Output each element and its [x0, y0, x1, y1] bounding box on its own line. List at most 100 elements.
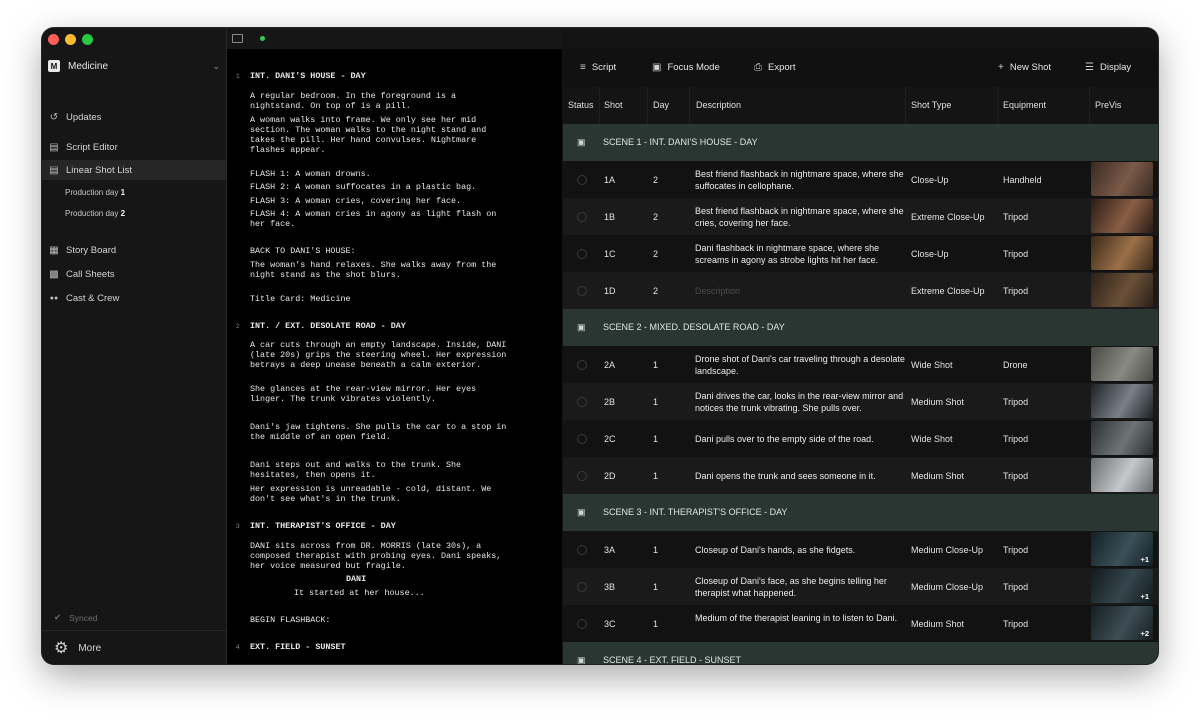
shot-type-cell[interactable]: Medium Shot — [911, 471, 964, 481]
scene-header[interactable]: ▣ SCENE 1 - INT. DANI'S HOUSE - DAY — [563, 124, 1158, 161]
table-row[interactable]: 2A 1 Drone shot of Dani's car traveling th… — [563, 346, 1158, 384]
minimize-window-button[interactable] — [65, 34, 76, 45]
previs-thumbnail[interactable]: +2 — [1091, 606, 1153, 640]
status-radio[interactable] — [577, 545, 587, 555]
description-cell[interactable]: Dani flashback in nightmare space, where… — [695, 242, 905, 266]
description-cell[interactable]: Dani pulls over to the empty side of the… — [695, 433, 905, 457]
shot-type-cell[interactable]: Extreme Close-Up — [911, 212, 985, 222]
sidebar-item-story-board[interactable]: ▦ Story Board — [42, 240, 226, 260]
day-cell[interactable]: 1 — [653, 619, 658, 629]
description-cell[interactable]: Closeup of Dani's hands, as she fidgets. — [695, 544, 905, 568]
table-row[interactable]: 2C 1 Dani pulls over to the empty side of … — [563, 420, 1158, 458]
column-previs[interactable]: PreVis — [1095, 100, 1121, 110]
shot-cell[interactable]: 1A — [604, 175, 615, 185]
previs-thumbnail[interactable]: +1 — [1091, 532, 1153, 566]
shot-cell[interactable]: 1B — [604, 212, 615, 222]
shot-type-cell[interactable]: Medium Close-Up — [911, 545, 983, 555]
table-row[interactable]: 3C 1 Medium of the therapist leaning in to… — [563, 605, 1158, 643]
status-radio[interactable] — [577, 212, 587, 222]
column-shot-type[interactable]: Shot Type — [911, 100, 951, 110]
table-row[interactable]: 3B 1 Closeup of Dani's face, as she begins… — [563, 568, 1158, 606]
column-equipment[interactable]: Equipment — [1003, 100, 1046, 110]
table-row[interactable]: 2B 1 Dani drives the car, looks in the rea… — [563, 383, 1158, 421]
description-cell[interactable]: Best friend flashback in nightmare space… — [695, 205, 905, 229]
equipment-cell[interactable]: Drone — [1003, 360, 1028, 370]
description-cell[interactable]: Drone shot of Dani's car traveling throu… — [695, 353, 905, 377]
table-row[interactable]: 1A 2 Best friend flashback in nightmare sp… — [563, 161, 1158, 199]
status-radio[interactable] — [577, 434, 587, 444]
equipment-cell[interactable]: Tripod — [1003, 582, 1028, 592]
shot-cell[interactable]: 3C — [604, 619, 616, 629]
scene-focus-icon[interactable]: ▣ — [577, 655, 586, 664]
description-cell[interactable]: Dani drives the car, looks in the rear-v… — [695, 390, 905, 414]
equipment-cell[interactable]: Tripod — [1003, 545, 1028, 555]
equipment-cell[interactable]: Tripod — [1003, 471, 1028, 481]
previs-thumbnail[interactable] — [1091, 162, 1153, 196]
shot-cell[interactable]: 1C — [604, 249, 616, 259]
shot-cell[interactable]: 2A — [604, 360, 615, 370]
scene-header[interactable]: ▣ SCENE 4 - EXT. FIELD - SUNSET — [563, 642, 1158, 664]
day-cell[interactable]: 2 — [653, 212, 658, 222]
column-day[interactable]: Day — [653, 100, 669, 110]
table-row[interactable]: 1B 2 Best friend flashback in nightmare sp… — [563, 198, 1158, 236]
previs-thumbnail[interactable]: +1 — [1091, 569, 1153, 603]
export-button[interactable]: ⎙ Export — [754, 62, 795, 73]
shot-type-cell[interactable]: Medium Close-Up — [911, 582, 983, 592]
equipment-cell[interactable]: Tripod — [1003, 249, 1028, 259]
equipment-cell[interactable]: Tripod — [1003, 397, 1028, 407]
sidebar-subitem-production-day-2[interactable]: Production day 2 — [65, 209, 125, 218]
focus-mode-button[interactable]: ▣ Focus Mode — [652, 62, 720, 73]
day-cell[interactable]: 2 — [653, 249, 658, 259]
column-status[interactable]: Status — [568, 100, 594, 110]
status-radio[interactable] — [577, 175, 587, 185]
status-radio[interactable] — [577, 286, 587, 296]
day-cell[interactable]: 1 — [653, 360, 658, 370]
column-shot[interactable]: Shot — [604, 100, 623, 110]
scene-focus-icon[interactable]: ▣ — [577, 322, 586, 333]
previs-thumbnail[interactable] — [1091, 458, 1153, 492]
shot-cell[interactable]: 2D — [604, 471, 616, 481]
table-row[interactable]: 1D 2 Description Extreme Close-Up Tripod — [563, 272, 1158, 310]
description-cell[interactable]: Medium of the therapist leaning in to li… — [695, 612, 905, 636]
shot-type-cell[interactable]: Wide Shot — [911, 360, 953, 370]
status-radio[interactable] — [577, 582, 587, 592]
zoom-window-button[interactable] — [82, 34, 93, 45]
equipment-cell[interactable]: Tripod — [1003, 286, 1028, 296]
status-radio[interactable] — [577, 619, 587, 629]
more-button[interactable]: ⚙ More — [42, 630, 226, 664]
sidebar-item-script-editor[interactable]: ▤ Script Editor — [42, 137, 226, 157]
previs-thumbnail[interactable] — [1091, 199, 1153, 233]
equipment-cell[interactable]: Tripod — [1003, 212, 1028, 222]
previs-thumbnail[interactable] — [1091, 236, 1153, 270]
day-cell[interactable]: 2 — [653, 175, 658, 185]
shot-type-cell[interactable]: Medium Shot — [911, 619, 964, 629]
shot-cell[interactable]: 3B — [604, 582, 615, 592]
script-button[interactable]: ≡ Script — [580, 62, 616, 73]
scene-header[interactable]: ▣ SCENE 2 - MIXED. DESOLATE ROAD - DAY — [563, 309, 1158, 346]
status-radio[interactable] — [577, 471, 587, 481]
scene-header[interactable]: ▣ SCENE 3 - INT. THERAPIST'S OFFICE - DAY — [563, 494, 1158, 531]
shot-cell[interactable]: 2C — [604, 434, 616, 444]
shot-type-cell[interactable]: Close-Up — [911, 175, 949, 185]
previs-thumbnail[interactable] — [1091, 347, 1153, 381]
scene-focus-icon[interactable]: ▣ — [577, 507, 586, 518]
shot-cell[interactable]: 3A — [604, 545, 615, 555]
description-cell[interactable]: Closeup of Dani's face, as she begins te… — [695, 575, 905, 599]
project-switcher[interactable]: M Medicine ⌄ — [48, 57, 220, 75]
status-radio[interactable] — [577, 397, 587, 407]
equipment-cell[interactable]: Tripod — [1003, 619, 1028, 629]
sidebar-toggle-icon[interactable] — [232, 34, 243, 43]
day-cell[interactable]: 1 — [653, 434, 658, 444]
sidebar-item-updates[interactable]: ↺ Updates — [42, 107, 226, 127]
day-cell[interactable]: 1 — [653, 471, 658, 481]
script-panel[interactable]: 1 2 3 4 INT. DANI'S HOUSE - DAY A regula… — [227, 49, 562, 664]
table-row[interactable]: 3A 1 Closeup of Dani's hands, as she fidge… — [563, 531, 1158, 569]
equipment-cell[interactable]: Tripod — [1003, 434, 1028, 444]
shot-cell[interactable]: 2B — [604, 397, 615, 407]
shot-cell[interactable]: 1D — [604, 286, 616, 296]
scene-focus-icon[interactable]: ▣ — [577, 137, 586, 148]
table-row[interactable]: 2D 1 Dani opens the trunk and sees someone… — [563, 457, 1158, 495]
close-window-button[interactable] — [48, 34, 59, 45]
day-cell[interactable]: 2 — [653, 286, 658, 296]
day-cell[interactable]: 1 — [653, 397, 658, 407]
